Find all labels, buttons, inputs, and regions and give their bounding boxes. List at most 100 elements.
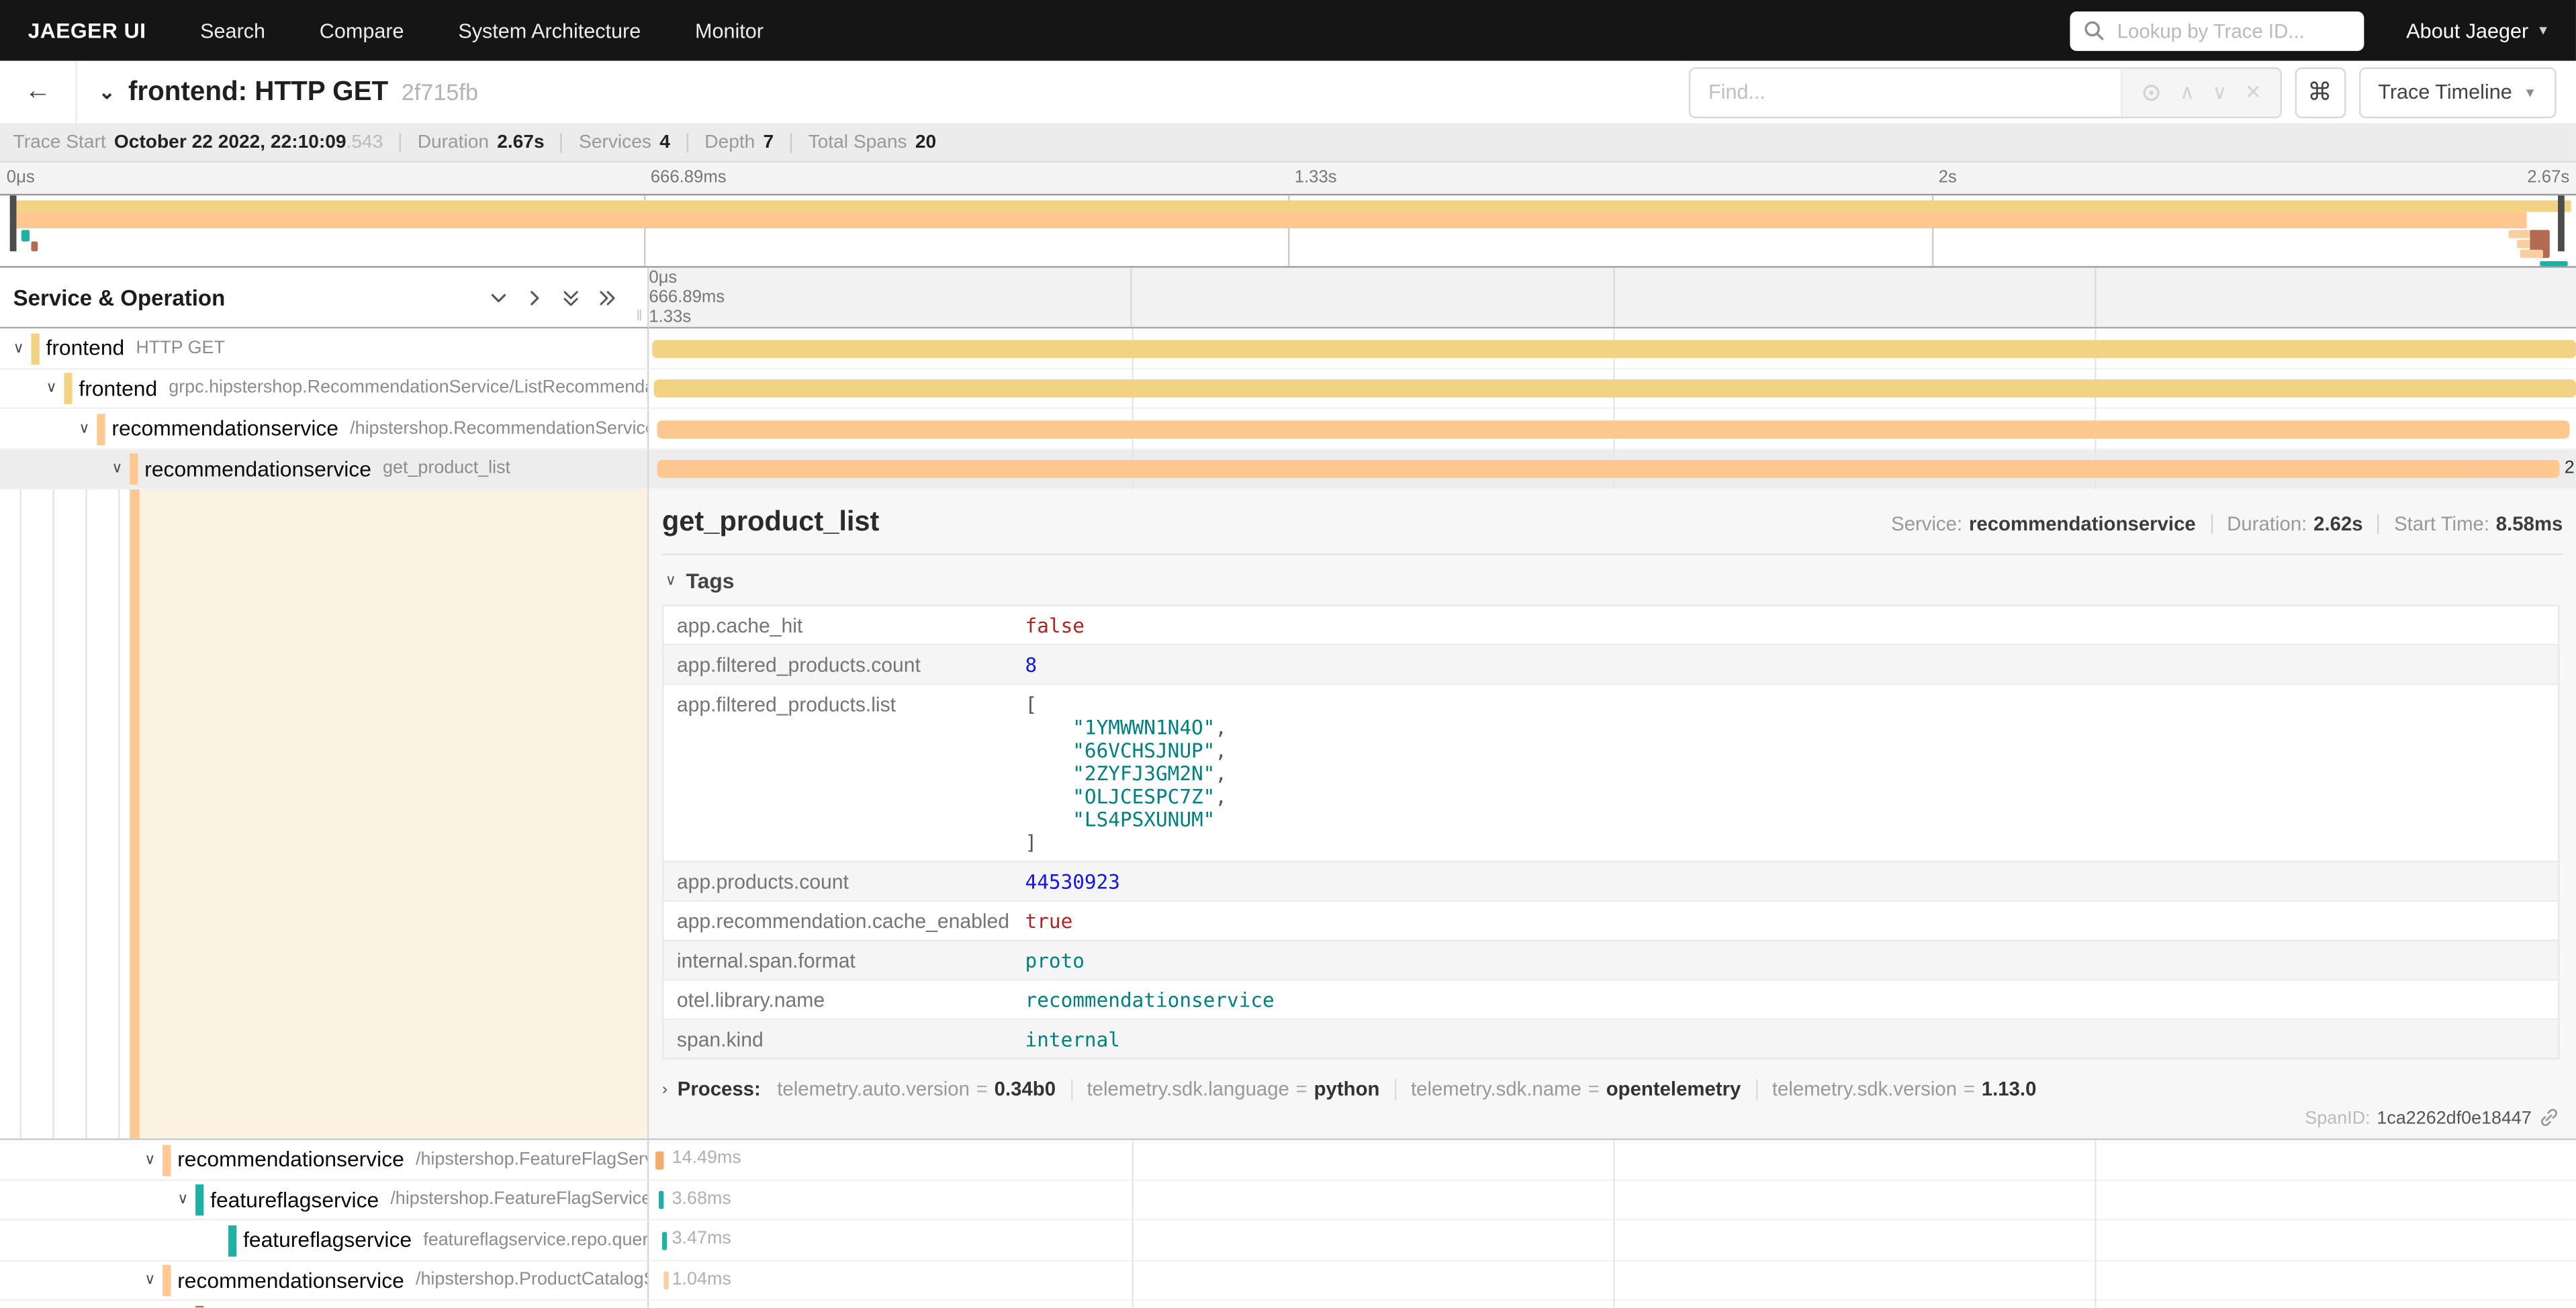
span-toggle-icon[interactable]: ∨	[79, 419, 89, 437]
back-button[interactable]: ←	[0, 61, 77, 124]
jaeger-trace-page: JAEGER UI Search Compare System Architectu…	[0, 0, 2576, 1307]
span-duration-bar[interactable]	[663, 1272, 668, 1290]
span-row[interactable]: ∨featureflagservice/hipstershop.FeatureF…	[0, 1180, 2576, 1221]
nav-item-monitor[interactable]: Monitor	[695, 19, 764, 42]
span-tree-cell[interactable]: ∨frontendHTTP GET	[0, 328, 649, 369]
tag-key: internal.span.format	[663, 941, 1012, 979]
process-row[interactable]: ›Process:telemetry.auto.version=0.34b0te…	[662, 1078, 2563, 1101]
find-input[interactable]	[1690, 68, 2121, 116]
span-timeline-cell[interactable]: 3.68ms	[649, 1180, 2576, 1221]
deep-link-icon[interactable]	[2538, 1107, 2560, 1129]
span-row[interactable]	[0, 1301, 2576, 1308]
span-toggle-icon[interactable]: ∨	[111, 459, 122, 477]
service-name: featureflagservice	[210, 1187, 379, 1212]
minimap-right-handle[interactable]	[2558, 195, 2565, 251]
span-timeline-cell[interactable]: 2.62s	[649, 449, 2576, 489]
keyboard-shortcuts-button[interactable]: ⌘	[2295, 66, 2346, 118]
tag-row[interactable]: internal.span.formatproto	[663, 939, 2558, 979]
tag-row[interactable]: app.recommendation.cache_enabledtrue	[663, 900, 2558, 940]
about-jaeger-menu[interactable]: About Jaeger ▼	[2406, 19, 2550, 42]
span-duration-bar[interactable]	[661, 1231, 666, 1250]
columns-header: Service & Operation ‖ 0μs666.89ms1.33s2s…	[0, 268, 2576, 329]
span-row[interactable]: ∨recommendationservice/hipstershop.Produ…	[0, 1261, 2576, 1301]
json-comma: ,	[1215, 784, 1227, 807]
span-row[interactable]: ∨recommendationservice/hipstershop.Featu…	[0, 1140, 2576, 1180]
meta-label: Start Time:	[2394, 512, 2489, 535]
stat-value: 20	[915, 132, 936, 152]
span-duration-bar[interactable]	[653, 379, 2575, 398]
expand-one-icon[interactable]	[524, 287, 545, 308]
span-tree-cell[interactable]	[0, 1301, 649, 1308]
span-toggle-icon[interactable]: ∨	[46, 379, 56, 398]
tag-row[interactable]: app.cache_hitfalse	[663, 606, 2558, 644]
span-row[interactable]: featureflagservicefeatureflagservice.rep…	[0, 1221, 2576, 1261]
tag-row[interactable]: app.filtered_products.list[ "1YMWWN1N4O"…	[663, 684, 2558, 861]
service-name: recommendationservice	[111, 416, 338, 441]
span-duration-bar[interactable]	[655, 1151, 663, 1169]
find-prev-icon[interactable]: ∧	[2180, 82, 2195, 101]
tags-section-toggle[interactable]: ∨Tags	[665, 568, 2563, 593]
meta-value: 2.62s	[2313, 512, 2362, 535]
minimap-left-handle[interactable]	[10, 195, 17, 251]
find-next-icon[interactable]: ∨	[2213, 82, 2227, 101]
span-tree-cell[interactable]: ∨recommendationservice/hipstershop.Produ…	[0, 1261, 649, 1301]
service-name: frontend	[79, 376, 157, 401]
service-color-bar	[228, 1225, 236, 1256]
span-tree-cell[interactable]: ∨recommendationservice/hipstershop.Recom…	[0, 409, 649, 449]
find-clear-icon[interactable]: ✕	[2245, 82, 2262, 101]
span-row[interactable]: ∨recommendationservice/hipstershop.Recom…	[0, 409, 2576, 449]
column-resize-handle[interactable]: ‖	[636, 307, 644, 323]
span-tree-cell[interactable]: ∨featureflagservice/hipstershop.FeatureF…	[0, 1180, 649, 1221]
expand-all-icon[interactable]	[596, 287, 618, 308]
span-timeline-cell[interactable]: 1.04ms	[649, 1261, 2576, 1301]
tag-row[interactable]: app.products.count44530923	[663, 861, 2558, 900]
stat-label: Depth	[704, 132, 755, 152]
trace-stat: Duration2.67s	[418, 132, 545, 152]
span-toggle-icon[interactable]: ∨	[144, 1271, 155, 1289]
locate-icon[interactable]	[2140, 81, 2162, 103]
jaeger-logo[interactable]: JAEGER UI	[28, 18, 146, 43]
nav-item-system-architecture[interactable]: System Architecture	[458, 19, 641, 42]
span-timeline-cell[interactable]	[649, 328, 2576, 369]
span-duration-bar[interactable]	[657, 460, 2561, 478]
tag-row[interactable]: otel.library.namerecommendationservice	[663, 979, 2558, 1019]
span-tree-cell[interactable]: ∨frontendgrpc.hipstershop.Recommendation…	[0, 369, 649, 409]
span-duration-bar[interactable]	[652, 339, 2576, 357]
stat-label: Total Spans	[809, 132, 907, 152]
trace-id-search-input[interactable]	[2114, 17, 2350, 44]
span-duration-label: 1.04ms	[672, 1269, 731, 1289]
tag-key: app.filtered_products.list	[663, 685, 1012, 861]
trace-view-selector[interactable]: Trace Timeline ▼	[2358, 66, 2557, 118]
span-id-row: SpanID:1ca2262df0e18447	[2305, 1107, 2559, 1129]
span-timeline-cell[interactable]	[649, 1301, 2576, 1308]
collapse-trace-icon[interactable]: ⌄	[99, 81, 116, 103]
service-name: recommendationservice	[177, 1268, 404, 1293]
span-toggle-icon[interactable]: ∨	[144, 1150, 155, 1168]
trace-id-search[interactable]	[2070, 11, 2364, 50]
tag-row[interactable]: app.filtered_products.count8	[663, 644, 2558, 684]
equals-sign: =	[976, 1078, 988, 1101]
span-row[interactable]: ∨recommendationserviceget_product_list2.…	[0, 449, 2576, 489]
span-toggle-icon[interactable]: ∨	[13, 339, 24, 357]
trace-minimap[interactable]	[0, 194, 2576, 268]
selected-span-tint	[140, 489, 647, 1138]
span-timeline-cell[interactable]: 14.49ms	[649, 1140, 2576, 1180]
nav-item-compare[interactable]: Compare	[320, 19, 404, 42]
span-timeline-cell[interactable]	[649, 409, 2576, 449]
span-tree-cell[interactable]: ∨recommendationserviceget_product_list	[0, 449, 649, 489]
span-timeline-cell[interactable]: 3.47ms	[649, 1221, 2576, 1261]
nav-item-search[interactable]: Search	[200, 19, 265, 42]
span-row[interactable]: ∨frontendgrpc.hipstershop.Recommendation…	[0, 369, 2576, 409]
collapse-one-icon[interactable]	[488, 287, 510, 308]
span-row[interactable]: ∨frontendHTTP GET	[0, 328, 2576, 369]
span-tree-cell[interactable]: featureflagservicefeatureflagservice.rep…	[0, 1221, 649, 1261]
span-toggle-icon[interactable]: ∨	[177, 1190, 188, 1209]
span-timeline-cell[interactable]	[649, 369, 2576, 409]
span-tree-cell[interactable]: ∨recommendationservice/hipstershop.Featu…	[0, 1140, 649, 1180]
tag-key: app.cache_hit	[663, 606, 1012, 644]
span-duration-bar[interactable]	[659, 1191, 663, 1209]
span-duration-bar[interactable]	[657, 420, 2569, 438]
tag-row[interactable]: span.kindinternal	[663, 1019, 2558, 1058]
collapse-all-icon[interactable]	[560, 287, 582, 308]
service-color-bar	[163, 1144, 170, 1175]
